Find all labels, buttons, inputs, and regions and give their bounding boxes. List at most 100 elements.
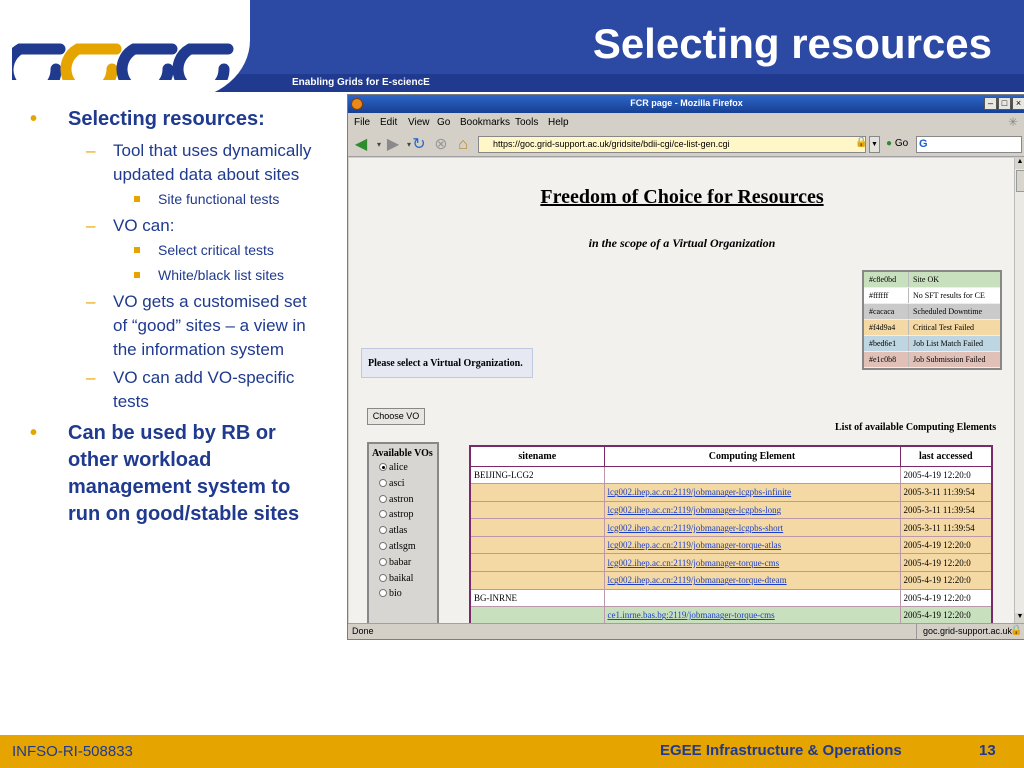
bullet-level2: – VO can add VO-specific tests	[86, 368, 295, 411]
vo-option-label: alice	[389, 462, 408, 473]
radio-button-icon[interactable]	[379, 494, 387, 503]
sitename-cell: BEIJING-LCG2	[469, 465, 605, 485]
table-header-row: sitename Computing Element last accessed	[469, 445, 993, 467]
menu-help[interactable]: Help	[548, 117, 569, 128]
legend-code: #f4d9a4	[869, 323, 896, 332]
menu-bookmarks[interactable]: Bookmarks	[460, 117, 510, 128]
legend-row: #cacaca Scheduled Downtime	[864, 304, 1000, 320]
table-row: lcg002.ihep.ac.cn:2119/jobmanager-torque…	[469, 535, 993, 555]
radio-button-icon[interactable]	[379, 526, 387, 535]
reload-icon[interactable]: ↻	[410, 136, 428, 154]
bullet-text: White/black list sites	[158, 267, 285, 283]
url-field[interactable]: https://goc.grid-support.ac.uk/gridsite/…	[478, 136, 866, 153]
ce-link[interactable]: lcg002.ihep.ac.cn:2119/jobmanager-lcgpbs…	[603, 518, 901, 537]
minimize-button[interactable]: –	[984, 97, 997, 110]
navigation-toolbar: ◀ ▾ ▶ ▾ ↻ ⊗ ⌂ https://goc.grid-support.a…	[348, 133, 1024, 157]
legend-row: #bed6e1 Job List Match Failed	[864, 336, 1000, 352]
bullet-text: VO can add VO-specific tests	[113, 368, 295, 411]
sitename-cell	[469, 500, 605, 520]
vo-option[interactable]: baikal	[369, 573, 437, 589]
table-row: lcg002.ihep.ac.cn:2119/jobmanager-lcgpbs…	[469, 483, 993, 502]
url-dropdown-button[interactable]: ▼	[869, 136, 880, 153]
ce-link[interactable]: ce1.inrne.bas.bg:2119/jobmanager-torque-…	[603, 606, 901, 624]
vo-selector-header: Available VOs	[372, 448, 433, 459]
radio-button-icon[interactable]	[379, 589, 387, 598]
vo-option-label: babar	[389, 556, 412, 568]
vo-option[interactable]: atlas	[369, 525, 437, 541]
table-row: lcg002.ihep.ac.cn:2119/jobmanager-lcgpbs…	[469, 518, 993, 537]
menu-file[interactable]: File	[354, 117, 370, 128]
search-field[interactable]: G	[916, 136, 1022, 153]
legend-label: Site OK	[908, 272, 1000, 287]
vo-option[interactable]: bio	[369, 588, 437, 604]
vo-option[interactable]: astrop	[369, 509, 437, 525]
status-lock-icon: 🔒	[1010, 625, 1023, 636]
vo-prompt: Please select a Virtual Organization.	[361, 348, 533, 378]
legend-row: #e1c0b8 Job Submission Failed	[864, 352, 1000, 368]
legend-code: #bed6e1	[869, 339, 897, 348]
vo-selector: Available VOs alice asci astron astrop atlas…	[367, 442, 439, 624]
bullet-text: Can be used by RB or other workload mana…	[68, 422, 300, 525]
radio-button-icon[interactable]	[379, 541, 387, 550]
ce-link[interactable]: lcg002.ihep.ac.cn:2119/jobmanager-torque…	[603, 553, 901, 573]
table-row: lcg002.ihep.ac.cn:2119/jobmanager-torque…	[469, 571, 993, 590]
last-accessed-cell: 2005-3-11 11:39:54	[899, 500, 993, 520]
radio-button-icon[interactable]	[379, 463, 387, 471]
vo-option[interactable]: babar	[369, 557, 437, 573]
ce-link[interactable]: lcg002.ihep.ac.cn:2119/jobmanager-lcgpbs…	[603, 500, 901, 520]
scroll-up-icon[interactable]: ▲	[1015, 158, 1024, 169]
radio-button-icon[interactable]	[379, 557, 387, 566]
last-accessed-cell: 2005-4-19 12:20:0	[899, 588, 993, 608]
table-row: BG-INRNE 2005-4-19 12:20:0	[469, 588, 993, 608]
ce-link[interactable]: lcg002.ihep.ac.cn:2119/jobmanager-lcgpbs…	[603, 483, 901, 502]
page-content: Freedom of Choice for Resources in the s…	[349, 158, 1015, 624]
menu-tools[interactable]: Tools	[515, 117, 538, 128]
url-text: https://goc.grid-support.ac.uk/gridsite/…	[493, 139, 730, 149]
close-button[interactable]: ×	[1012, 97, 1024, 110]
choose-vo-button[interactable]: Choose VO	[367, 408, 425, 425]
legend-row: #f4d9a4 Critical Test Failed	[864, 320, 1000, 336]
home-icon[interactable]: ⌂	[454, 136, 472, 154]
scroll-thumb[interactable]	[1016, 170, 1024, 192]
radio-button-icon[interactable]	[379, 478, 387, 487]
vo-option-label: atlsgm	[389, 540, 416, 552]
legend-row: #ffffff No SFT results for CE	[864, 288, 1000, 304]
window-titlebar: FCR page - Mozilla Firefox – □ ×	[348, 95, 1024, 113]
menu-edit[interactable]: Edit	[380, 117, 397, 128]
radio-button-icon[interactable]	[379, 573, 387, 582]
maximize-button[interactable]: □	[998, 97, 1011, 110]
legend-label: No SFT results for CE	[908, 288, 1000, 303]
bullet-level2: – VO gets a customised set of “good” site…	[86, 292, 307, 359]
bullet-level2: – VO can:	[86, 216, 175, 235]
vo-option[interactable]: atlsgm	[369, 541, 437, 557]
radio-button-icon[interactable]	[379, 510, 387, 519]
go-button[interactable]: ● Go	[886, 138, 908, 149]
legend-code: #cacaca	[869, 307, 895, 316]
legend-code: #c8e0bd	[869, 275, 897, 284]
page-heading: Freedom of Choice for Resources	[540, 186, 824, 208]
legend-code: #e1c0b8	[869, 355, 897, 364]
legend-code: #ffffff	[869, 291, 889, 300]
ce-link[interactable]: lcg002.ihep.ac.cn:2119/jobmanager-torque…	[603, 571, 901, 590]
bullet-text: VO can:	[113, 216, 175, 235]
window-title: FCR page - Mozilla Firefox	[630, 98, 743, 108]
menu-view[interactable]: View	[408, 117, 430, 128]
stop-icon[interactable]: ⊗	[432, 136, 450, 154]
vo-option[interactable]: alice	[369, 462, 437, 478]
footer-project-id: INFSO-RI-508833	[12, 743, 133, 760]
page-number: 13	[979, 742, 996, 759]
ce-link[interactable]: lcg002.ihep.ac.cn:2119/jobmanager-torque…	[603, 535, 901, 555]
legend-label: Scheduled Downtime	[908, 304, 1000, 319]
back-arrow-icon[interactable]: ◀	[352, 136, 370, 154]
vo-option[interactable]: asci	[369, 478, 437, 494]
menu-go[interactable]: Go	[437, 117, 450, 128]
column-header-sitename: sitename	[469, 445, 605, 467]
sitename-cell	[469, 553, 605, 573]
page-subheading: in the scope of a Virtual Organization	[588, 236, 776, 250]
vertical-scrollbar[interactable]: ▲ ▼	[1014, 158, 1024, 624]
last-accessed-cell: 2005-3-11 11:39:54	[899, 518, 993, 537]
vo-option[interactable]: astron	[369, 494, 437, 510]
ce-table: sitename Computing Element last accessed…	[469, 445, 993, 624]
table-row: ce1.inrne.bas.bg:2119/jobmanager-torque-…	[469, 606, 993, 624]
vo-option-label: bio	[389, 588, 402, 600]
